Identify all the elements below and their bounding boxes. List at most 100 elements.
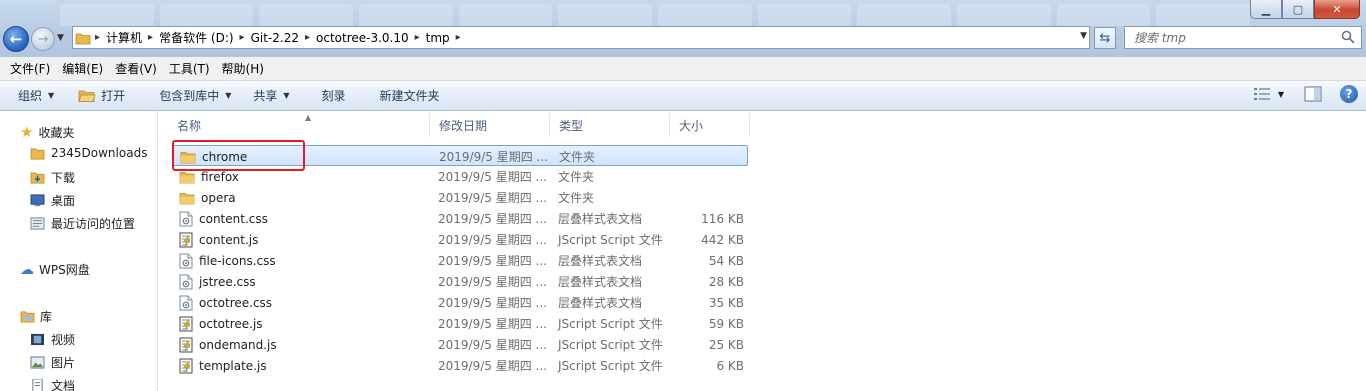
file-name: template.js xyxy=(199,358,267,373)
breadcrumb-drive-d[interactable]: 常备软件 (D:) xyxy=(155,27,237,48)
burn-button[interactable]: 刻录 xyxy=(314,84,354,108)
address-history-dropdown[interactable]: ▼ xyxy=(1080,31,1087,41)
file-type: JScript Script 文件 xyxy=(558,233,663,247)
column-header-date[interactable]: 修改日期 xyxy=(430,113,550,137)
file-row[interactable]: file-icons.css 2019/9/5 星期四 ... 层叠样式表文档 54 … xyxy=(172,250,748,271)
file-name: jstree.css xyxy=(199,274,256,289)
column-header-type[interactable]: 类型 xyxy=(550,113,670,137)
organize-button[interactable]: 组织 ▼ xyxy=(10,84,62,108)
css-file-icon xyxy=(179,253,193,269)
menu-edit[interactable]: 编辑(E) xyxy=(56,60,109,77)
breadcrumb-separator[interactable]: ▸ xyxy=(146,32,155,43)
breadcrumb-separator[interactable]: ▸ xyxy=(303,32,312,43)
organize-label: 组织 xyxy=(18,89,43,103)
nav-libraries[interactable]: 库 xyxy=(20,308,52,325)
breadcrumb-tmp[interactable]: tmp xyxy=(422,27,454,48)
file-size: 116 KB xyxy=(701,211,744,226)
nav-wps-label: WPS网盘 xyxy=(39,263,90,277)
file-name-cell: template.js xyxy=(179,355,267,376)
nav-item-videos[interactable]: 视频 xyxy=(30,331,75,348)
file-date: 2019/9/5 星期四 ... xyxy=(439,150,548,164)
maximize-button[interactable]: ▢ xyxy=(1282,0,1314,19)
video-icon xyxy=(31,333,44,346)
menu-view[interactable]: 查看(V) xyxy=(109,60,163,77)
nav-item-pictures[interactable]: 图片 xyxy=(30,354,75,371)
share-button[interactable]: 共享 ▼ xyxy=(245,84,297,108)
breadcrumb-computer[interactable]: 计算机 xyxy=(102,27,146,48)
nav-item-downloads[interactable]: 下载 xyxy=(30,169,75,186)
nav-wps-cloud[interactable]: ☁ WPS网盘 xyxy=(20,261,90,278)
breadcrumb-octotree[interactable]: octotree-3.0.10 xyxy=(312,27,413,48)
search-box xyxy=(1124,26,1362,49)
nav-item-label: 桌面 xyxy=(51,194,76,208)
file-row[interactable]: template.js 2019/9/5 星期四 ... JScript Scrip… xyxy=(172,355,748,376)
nav-item-recent-places[interactable]: 最近访问的位置 xyxy=(30,215,135,232)
menu-file[interactable]: 文件(F) xyxy=(4,60,56,77)
css-file-icon xyxy=(179,274,193,290)
file-name: content.css xyxy=(199,211,268,226)
preview-pane-icon[interactable] xyxy=(1304,86,1322,102)
file-row[interactable]: opera 2019/9/5 星期四 ... 文件夹 xyxy=(172,187,748,208)
menu-help[interactable]: 帮助(H) xyxy=(216,60,270,77)
file-date: 2019/9/5 星期四 ... xyxy=(438,359,547,373)
recent-pages-dropdown[interactable]: ▼ xyxy=(57,33,64,43)
include-in-library-button[interactable]: 包含到库中 ▼ xyxy=(151,84,239,108)
file-name-cell: file-icons.css xyxy=(179,250,276,271)
menu-tools[interactable]: 工具(T) xyxy=(163,60,216,77)
refresh-button[interactable]: ⇆ xyxy=(1094,27,1116,49)
file-type: 文件夹 xyxy=(558,170,595,184)
arrow-right-icon: → xyxy=(37,31,49,47)
folder-icon xyxy=(73,26,93,49)
js-file-icon xyxy=(179,316,193,332)
column-header-name[interactable]: 名称 ▲ xyxy=(168,113,430,137)
file-row[interactable]: jstree.css 2019/9/5 星期四 ... 层叠样式表文档 28 KB xyxy=(172,271,748,292)
breadcrumb-separator[interactable]: ▸ xyxy=(413,32,422,43)
breadcrumb-separator[interactable]: ▸ xyxy=(238,32,247,43)
folder-icon xyxy=(179,170,195,184)
chevron-down-icon: ▼ xyxy=(283,91,290,100)
file-date: 2019/9/5 星期四 ... xyxy=(438,275,547,289)
breadcrumb-separator[interactable]: ▸ xyxy=(93,32,102,43)
file-date: 2019/9/5 星期四 ... xyxy=(438,212,547,226)
minimize-button[interactable]: ▁ xyxy=(1250,0,1282,19)
breadcrumb-git[interactable]: Git-2.22 xyxy=(247,27,303,48)
file-date: 2019/9/5 星期四 ... xyxy=(438,317,547,331)
breadcrumb-separator[interactable]: ▸ xyxy=(454,32,463,43)
nav-item-2345downloads[interactable]: 2345Downloads xyxy=(30,146,147,160)
nav-favorites[interactable]: ★ 收藏夹 xyxy=(20,123,74,141)
address-bar[interactable]: ▸ 计算机 ▸ 常备软件 (D:) ▸ Git-2.22 ▸ octotree-… xyxy=(72,26,1090,49)
file-row[interactable]: octotree.js 2019/9/5 星期四 ... JScript Scrip… xyxy=(172,313,748,334)
nav-item-documents[interactable]: 文档 xyxy=(30,377,75,391)
file-type: 层叠样式表文档 xyxy=(558,212,643,226)
nav-item-label: 图片 xyxy=(51,356,76,370)
back-button[interactable]: ← xyxy=(3,26,29,52)
new-folder-button[interactable]: 新建文件夹 xyxy=(372,84,448,108)
arrow-left-icon: ← xyxy=(9,30,23,48)
download-folder-icon xyxy=(30,172,45,184)
file-row[interactable]: ondemand.js 2019/9/5 星期四 ... JScript Scrip… xyxy=(172,334,748,355)
folder-icon xyxy=(30,147,45,159)
file-name: file-icons.css xyxy=(199,253,276,268)
search-input[interactable] xyxy=(1125,27,1325,48)
file-row[interactable]: octotree.css 2019/9/5 星期四 ... 层叠样式表文档 35 KB xyxy=(172,292,748,313)
file-row[interactable]: content.js 2019/9/5 星期四 ... JScript Script… xyxy=(172,229,748,250)
search-icon[interactable] xyxy=(1341,30,1355,44)
file-size xyxy=(672,187,744,208)
help-icon[interactable]: ? xyxy=(1340,85,1358,103)
file-name: octotree.js xyxy=(199,316,263,331)
refresh-icon: ⇆ xyxy=(1099,30,1111,46)
open-button[interactable]: 打开 xyxy=(70,84,133,108)
file-size: 35 KB xyxy=(708,295,744,310)
file-size: 6 KB xyxy=(716,358,744,373)
close-button[interactable]: ✕ xyxy=(1314,0,1360,19)
file-size: 28 KB xyxy=(708,274,744,289)
file-name: firefox xyxy=(201,169,239,184)
menu-bar: 文件(F) 编辑(E) 查看(V) 工具(T) 帮助(H) xyxy=(0,57,1366,81)
nav-item-desktop[interactable]: 桌面 xyxy=(30,192,75,209)
cloud-icon: ☁ xyxy=(20,261,34,278)
change-view-button[interactable]: ▼ xyxy=(1253,88,1284,100)
column-header-size[interactable]: 大小 xyxy=(670,113,750,137)
file-size: 59 KB xyxy=(708,316,744,331)
file-row[interactable]: content.css 2019/9/5 星期四 ... 层叠样式表文档 116 KB xyxy=(172,208,748,229)
forward-button[interactable]: → xyxy=(31,27,55,51)
